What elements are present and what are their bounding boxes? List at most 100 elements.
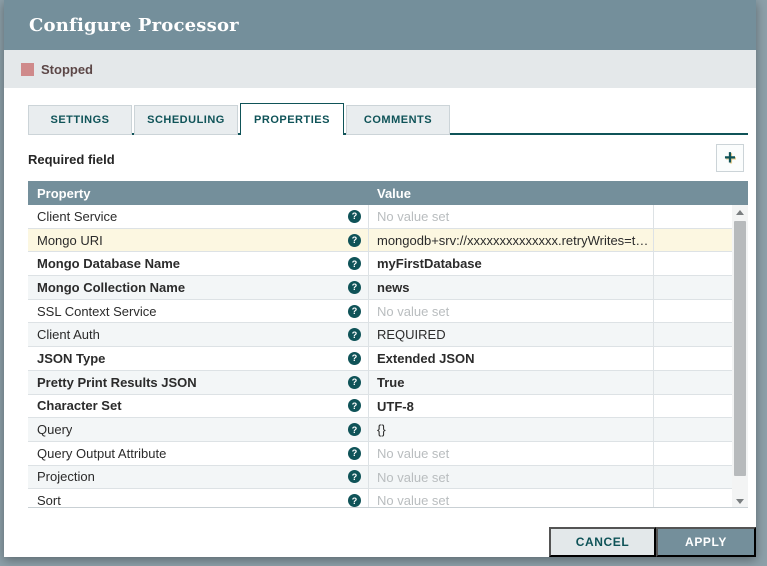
table-row[interactable]: Mongo Collection Name ? news (28, 276, 732, 300)
value-cell[interactable]: No value set (369, 205, 654, 228)
value-cell[interactable]: True (369, 370, 654, 394)
property-name: Client Auth (37, 327, 100, 343)
table-row[interactable]: Mongo Database Name ? myFirstDatabase (28, 252, 732, 277)
tab-scheduling[interactable]: SCHEDULING (134, 105, 238, 135)
property-cell: Mongo URI ? (28, 228, 369, 252)
status-label: Stopped (41, 61, 93, 77)
dialog-title: Configure Processor (29, 14, 239, 36)
value-cell[interactable]: mongodb+srv://xxxxxxxxxxxxxx.retryWrites… (369, 228, 654, 252)
table-row[interactable]: Query ? {} (28, 418, 732, 442)
tab-label: PROPERTIES (254, 113, 330, 126)
configure-processor-dialog: Configure Processor Stopped SETTINGS SCH… (4, 0, 756, 557)
value-cell[interactable]: myFirstDatabase (369, 252, 654, 276)
column-header-property: Property (37, 185, 91, 201)
column-header-value: Value (377, 185, 411, 201)
help-icon[interactable]: ? (348, 423, 361, 437)
value-cell[interactable]: No value set (369, 299, 654, 323)
stopped-status-icon (21, 62, 34, 76)
help-icon[interactable]: ? (348, 399, 361, 413)
help-icon[interactable]: ? (348, 375, 361, 389)
help-icon[interactable]: ? (348, 280, 361, 294)
help-icon[interactable]: ? (348, 351, 361, 365)
help-icon[interactable]: ? (348, 233, 361, 247)
table-row[interactable]: Mongo URI ? mongodb+srv://xxxxxxxxxxxxxx… (28, 228, 732, 253)
table-row[interactable]: Sort ? No value set (28, 489, 732, 508)
properties-table: Property Value Client Service ? No value… (28, 181, 748, 508)
property-cell: Query Output Attribute ? (28, 441, 369, 465)
footer-buttons: CANCEL APPLY (549, 527, 756, 557)
help-icon[interactable]: ? (348, 446, 361, 460)
cancel-button[interactable]: CANCEL (549, 527, 656, 557)
row-extra-cell (654, 252, 732, 275)
scroll-up-icon[interactable] (732, 205, 748, 219)
value-cell[interactable]: REQUIRED (369, 323, 654, 347)
help-icon[interactable]: ? (348, 304, 361, 318)
property-name: Sort (37, 493, 61, 508)
property-name: Pretty Print Results JSON (37, 374, 197, 390)
row-extra-cell (654, 229, 732, 252)
property-name: Client Service (37, 208, 118, 224)
table-row[interactable]: JSON Type ? Extended JSON (28, 347, 732, 371)
property-cell: Query ? (28, 418, 369, 441)
help-icon[interactable]: ? (348, 209, 361, 223)
table-scrollbar[interactable] (732, 205, 748, 507)
table-row[interactable]: Query Output Attribute ? No value set (28, 441, 732, 466)
plus-icon: + (724, 147, 736, 169)
row-extra-cell (654, 395, 732, 418)
value-cell[interactable]: UTF-8 (369, 394, 654, 418)
tab-label: SETTINGS (50, 114, 110, 126)
tab-comments[interactable]: COMMENTS (346, 105, 450, 135)
table-body: Client Service ? No value set Mongo URI … (28, 205, 748, 508)
row-extra-cell (654, 489, 732, 507)
value-cell[interactable]: No value set (369, 465, 654, 489)
required-field-label: Required field (28, 152, 115, 167)
table-row[interactable]: Pretty Print Results JSON ? True (28, 370, 732, 395)
property-name: Mongo Collection Name (37, 279, 186, 295)
table-row[interactable]: SSL Context Service ? No value set (28, 299, 732, 324)
tab-label: SCHEDULING (147, 114, 225, 126)
property-name: Projection (37, 469, 95, 485)
value-cell[interactable]: No value set (369, 489, 654, 507)
property-cell: Projection ? (28, 465, 369, 489)
property-cell: Character Set ? (28, 394, 369, 418)
property-name: Query (37, 422, 73, 438)
scrollbar-thumb[interactable] (734, 221, 746, 476)
required-field-row: Required field + (28, 144, 748, 174)
add-property-button[interactable]: + (716, 144, 744, 172)
table-row[interactable]: Client Service ? No value set (28, 205, 732, 229)
row-extra-cell (654, 442, 732, 465)
table-rows: Client Service ? No value set Mongo URI … (28, 205, 732, 508)
property-name: SSL Context Service (37, 303, 157, 319)
help-icon[interactable]: ? (348, 494, 361, 507)
property-cell: Pretty Print Results JSON ? (28, 370, 369, 394)
help-icon[interactable]: ? (348, 328, 361, 342)
tab-settings[interactable]: SETTINGS (28, 105, 132, 135)
value-cell[interactable]: Extended JSON (369, 347, 654, 370)
tab-label: COMMENTS (363, 114, 433, 126)
tab-properties[interactable]: PROPERTIES (240, 103, 344, 135)
help-icon[interactable]: ? (348, 257, 361, 271)
apply-button[interactable]: APPLY (656, 527, 756, 557)
row-extra-cell (654, 466, 732, 489)
property-cell: JSON Type ? (28, 347, 369, 370)
property-cell: Client Auth ? (28, 323, 369, 347)
row-extra-cell (654, 276, 732, 299)
table-row[interactable]: Character Set ? UTF-8 (28, 394, 732, 419)
table-row[interactable]: Client Auth ? REQUIRED (28, 323, 732, 348)
value-cell[interactable]: No value set (369, 441, 654, 465)
row-extra-cell (654, 418, 732, 441)
table-header: Property Value (28, 181, 748, 205)
scroll-down-icon[interactable] (732, 494, 748, 507)
row-extra-cell (654, 323, 732, 346)
value-cell[interactable]: news (369, 276, 654, 299)
property-name: Query Output Attribute (37, 445, 167, 461)
property-name: Mongo Database Name (37, 256, 181, 272)
property-name: JSON Type (37, 350, 106, 366)
value-cell[interactable]: {} (369, 418, 654, 441)
help-icon[interactable]: ? (348, 470, 361, 484)
property-cell: Mongo Database Name ? (28, 252, 369, 276)
table-row[interactable]: Projection ? No value set (28, 465, 732, 490)
row-extra-cell (654, 371, 732, 394)
statusbar: Stopped (4, 50, 756, 88)
property-cell: Sort ? (28, 489, 369, 508)
